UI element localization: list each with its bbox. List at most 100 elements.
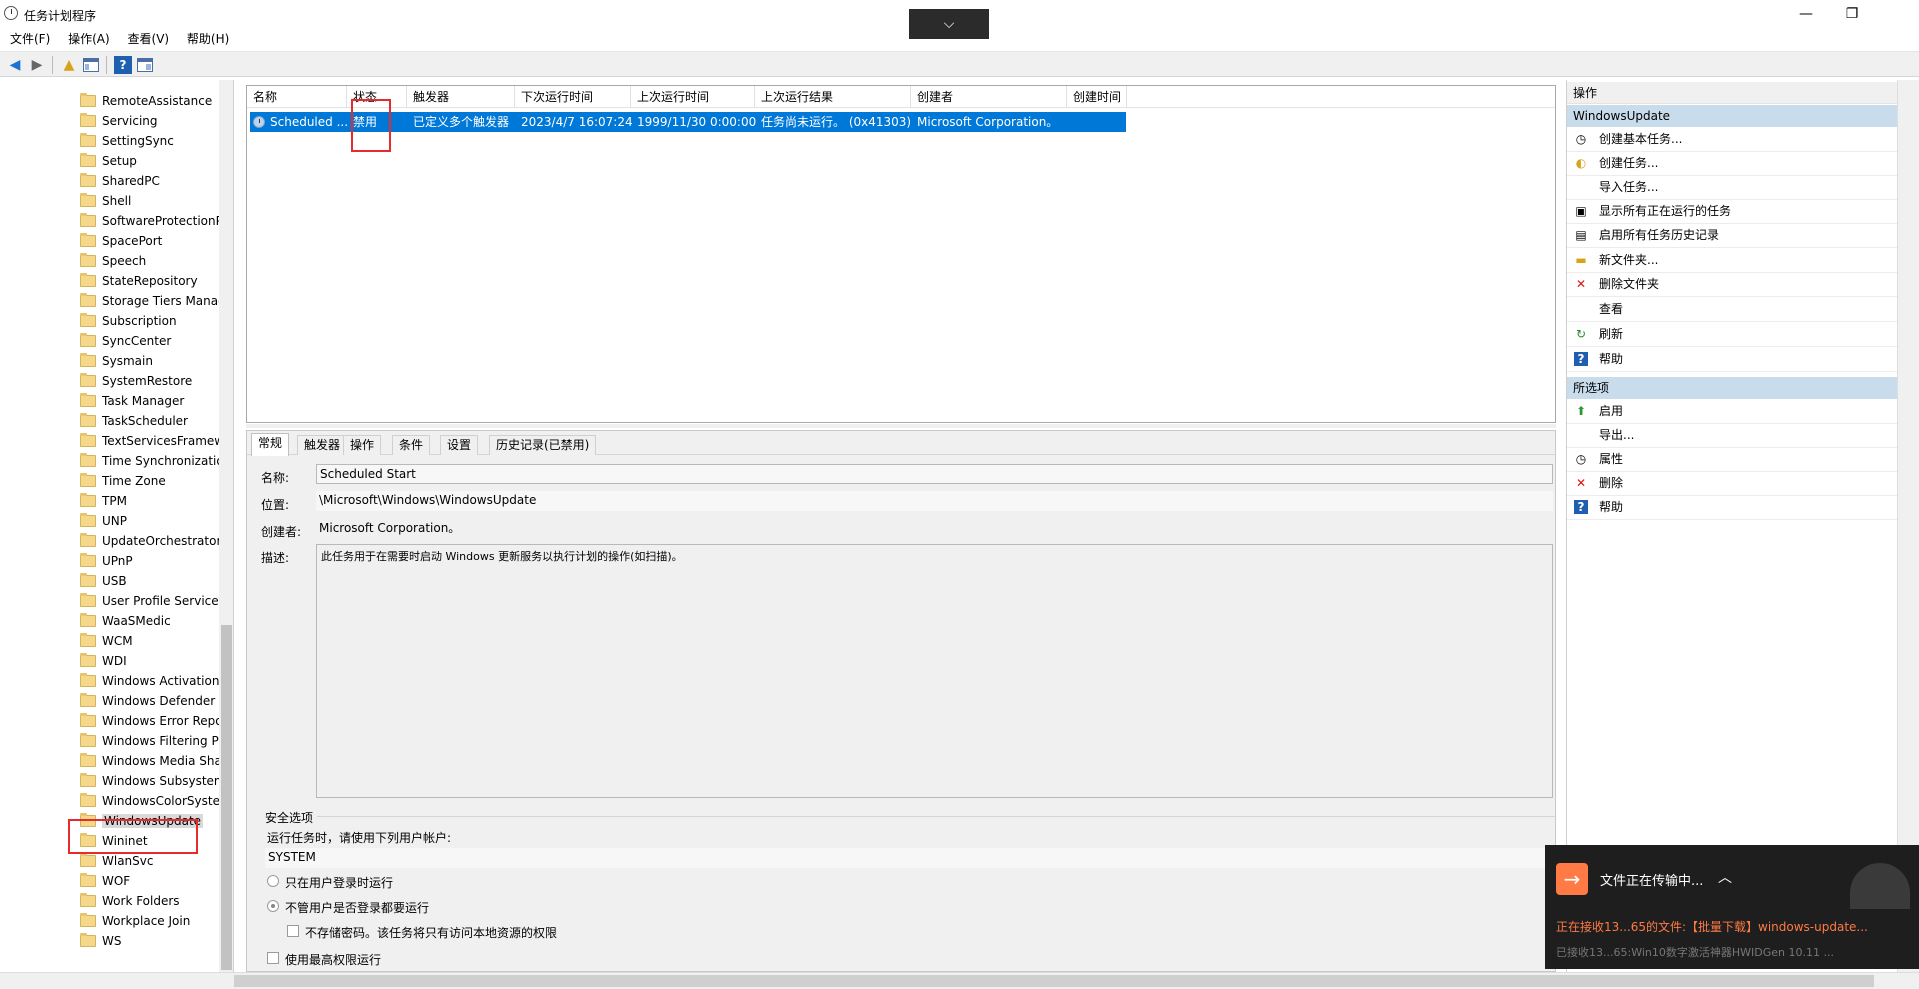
tree-item[interactable]: User Profile Service xyxy=(80,591,220,611)
tree-item[interactable]: SoftwareProtectionPlatform xyxy=(80,211,220,231)
tree-item[interactable]: UNP xyxy=(80,511,220,531)
tree-item[interactable]: WaaSMedic xyxy=(80,611,220,631)
tree-item[interactable]: Windows Filtering Platform xyxy=(80,731,220,751)
action-pane-icon[interactable] xyxy=(136,56,154,74)
tree-item[interactable]: Windows Subsystem xyxy=(80,771,220,791)
tree-scrollbar-thumb[interactable] xyxy=(221,625,232,970)
tree-item[interactable]: Task Manager xyxy=(80,391,220,411)
collapse-button[interactable]: ⌵ xyxy=(909,9,989,39)
action-export[interactable]: 导出... xyxy=(1567,424,1898,448)
action-view[interactable]: 查看 xyxy=(1567,298,1898,322)
action-enable-history[interactable]: ▤ 启用所有任务历史记录 xyxy=(1567,224,1898,248)
tree-item[interactable]: WOF xyxy=(80,871,220,891)
tree-item[interactable]: UpdateOrchestrator xyxy=(80,531,220,551)
tree-item[interactable]: Workplace Join xyxy=(80,911,220,931)
column-next-run[interactable]: 下次运行时间 xyxy=(515,86,631,108)
forward-arrow-icon[interactable]: ▶ xyxy=(28,56,46,74)
tree-item[interactable]: SystemRestore xyxy=(80,371,220,391)
task-list[interactable]: 名称 状态 触发器 下次运行时间 上次运行时间 上次运行结果 创建者 创建时间 … xyxy=(246,85,1556,423)
tree-item[interactable]: SettingSync xyxy=(80,131,220,151)
tab-history[interactable]: 历史记录(已禁用) xyxy=(489,435,597,455)
action-help-selected[interactable]: ? 帮助 xyxy=(1567,496,1898,520)
menu-file[interactable]: 文件(F) xyxy=(10,28,50,50)
back-arrow-icon[interactable]: ◀ xyxy=(6,56,24,74)
tree-item[interactable]: Time Zone xyxy=(80,471,220,491)
tree-item[interactable]: WS xyxy=(80,931,220,951)
tree-item[interactable]: USB xyxy=(80,571,220,591)
toast-receiving-line[interactable]: 正在接收13...65的文件:【批量下载】windows-update... xyxy=(1556,918,1868,935)
minimize-button[interactable]: — xyxy=(1786,3,1826,25)
tab-general[interactable]: 常规 xyxy=(251,433,290,456)
tree-item[interactable]: Servicing xyxy=(80,111,220,131)
action-help[interactable]: ? 帮助 xyxy=(1567,348,1898,372)
action-show-running[interactable]: ▣ 显示所有正在运行的任务 xyxy=(1567,200,1898,224)
action-create-basic-task[interactable]: ◷ 创建基本任务... xyxy=(1567,128,1898,152)
help-icon[interactable]: ? xyxy=(114,56,132,74)
tree-item[interactable]: Setup xyxy=(80,151,220,171)
highest-privileges-checkbox[interactable] xyxy=(267,952,279,964)
tree-item[interactable]: WlanSvc xyxy=(80,851,220,871)
tree-item[interactable]: Sysmain xyxy=(80,351,220,371)
pane-splitter[interactable] xyxy=(246,424,1556,428)
column-last-result[interactable]: 上次运行结果 xyxy=(755,86,911,108)
tab-settings[interactable]: 设置 xyxy=(440,435,479,455)
tree-item[interactable]: SharedPC xyxy=(80,171,220,191)
action-refresh[interactable]: ↻ 刷新 xyxy=(1567,323,1898,347)
action-enable[interactable]: ⬆ 启用 xyxy=(1567,400,1898,424)
action-new-folder[interactable]: ▬ 新文件夹... xyxy=(1567,249,1898,273)
up-folder-icon[interactable]: ▲ xyxy=(60,56,78,74)
tree-item[interactable]: WDI xyxy=(80,651,220,671)
tree-item[interactable]: Windows Error Reporting xyxy=(80,711,220,731)
tree-item[interactable]: SyncCenter xyxy=(80,331,220,351)
tree-item[interactable]: UPnP xyxy=(80,551,220,571)
tree-item[interactable]: Time Synchronization xyxy=(80,451,220,471)
file-transfer-toast[interactable]: → 文件正在传输中... ︿ 正在接收13...65的文件:【批量下载】wind… xyxy=(1545,845,1919,969)
user-account-field[interactable]: SYSTEM xyxy=(265,848,1547,868)
action-properties[interactable]: ◷ 属性 xyxy=(1567,448,1898,472)
description-field[interactable]: 此任务用于在需要时启动 Windows 更新服务以执行计划的操作(如扫描)。 xyxy=(316,544,1553,798)
run-any-radio[interactable] xyxy=(267,900,279,912)
tab-actions[interactable]: 操作 xyxy=(343,435,382,455)
tree-item[interactable]: Windows Activation xyxy=(80,671,220,691)
column-trigger[interactable]: 触发器 xyxy=(407,86,515,108)
action-import-task[interactable]: 导入任务... xyxy=(1567,176,1898,200)
tree-item[interactable]: Work Folders xyxy=(80,891,220,911)
action-delete-folder[interactable]: ✕ 删除文件夹 xyxy=(1567,273,1898,297)
tree-item[interactable]: Windows Defender xyxy=(80,691,220,711)
restore-button[interactable]: ❐ xyxy=(1832,3,1872,25)
action-delete[interactable]: ✕ 删除 xyxy=(1567,472,1898,496)
tree-item[interactable]: TPM xyxy=(80,491,220,511)
tree-item[interactable]: Storage Tiers Management xyxy=(80,291,220,311)
column-created[interactable]: 创建时间 xyxy=(1067,86,1127,108)
console-tree-icon[interactable] xyxy=(82,56,100,74)
tree-item[interactable]: WindowsColorSystem xyxy=(80,791,220,811)
horizontal-scrollbar-thumb[interactable] xyxy=(234,975,1874,987)
no-store-password-checkbox[interactable] xyxy=(287,925,299,937)
tab-triggers[interactable]: 触发器 xyxy=(297,435,348,455)
menu-view[interactable]: 查看(V) xyxy=(128,28,170,50)
tree-item[interactable]: SpacePort xyxy=(80,231,220,251)
actions-section-windowsupdate[interactable]: WindowsUpdate xyxy=(1567,105,1898,127)
actions-section-selected[interactable]: 所选项 xyxy=(1567,377,1898,399)
horizontal-scrollbar[interactable] xyxy=(0,972,1919,989)
tree-item[interactable]: WCM xyxy=(80,631,220,651)
tree-scrollbar[interactable] xyxy=(219,80,233,972)
menu-help[interactable]: 帮助(H) xyxy=(187,28,229,50)
tree-item[interactable]: Subscription xyxy=(80,311,220,331)
run-logged-on-radio[interactable] xyxy=(267,875,279,887)
column-last-run[interactable]: 上次运行时间 xyxy=(631,86,755,108)
tab-conditions[interactable]: 条件 xyxy=(392,435,431,455)
column-author[interactable]: 创建者 xyxy=(911,86,1067,108)
tree-item[interactable]: TextServicesFramework xyxy=(80,431,220,451)
author-field[interactable]: Microsoft Corporation。 xyxy=(316,519,1553,539)
tree-item[interactable]: Speech xyxy=(80,251,220,271)
tree-item[interactable]: Shell xyxy=(80,191,220,211)
menu-action[interactable]: 操作(A) xyxy=(68,28,110,50)
location-field[interactable]: \Microsoft\Windows\WindowsUpdate xyxy=(316,491,1553,511)
tree-item[interactable]: TaskScheduler xyxy=(80,411,220,431)
action-create-task[interactable]: ◐ 创建任务... xyxy=(1567,152,1898,176)
tree-item[interactable]: Windows Media Sharing xyxy=(80,751,220,771)
tree-item[interactable]: StateRepository xyxy=(80,271,220,291)
name-field[interactable]: Scheduled Start xyxy=(316,464,1553,484)
actions-scrollbar[interactable] xyxy=(1897,80,1919,972)
